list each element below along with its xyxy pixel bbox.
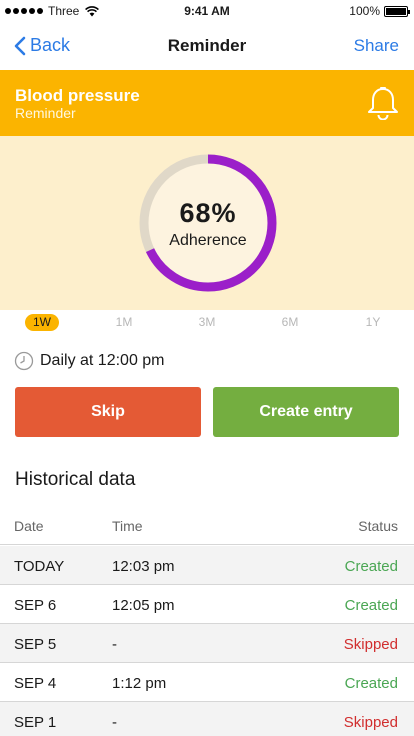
- column-header-time: Time: [112, 518, 143, 534]
- table-row[interactable]: TODAY 12:03 pm Created: [0, 546, 414, 585]
- row-time: -: [112, 636, 117, 653]
- row-date: TODAY: [14, 558, 65, 575]
- tab-1y[interactable]: 1Y: [356, 314, 390, 331]
- schedule-text: Daily at 12:00 pm: [40, 352, 165, 369]
- adherence-center: 68% Adherence: [139, 154, 277, 292]
- bell-icon[interactable]: [366, 84, 400, 120]
- share-button[interactable]: Share: [354, 36, 399, 56]
- create-entry-button[interactable]: Create entry: [213, 387, 399, 437]
- history-table: TODAY 12:03 pm Created SEP 6 12:05 pm Cr…: [0, 546, 414, 736]
- skip-button[interactable]: Skip: [15, 387, 201, 437]
- row-status: Skipped: [343, 636, 398, 653]
- row-time: 12:03 pm: [112, 558, 175, 575]
- back-label: Back: [30, 35, 71, 55]
- clock-icon: [14, 351, 34, 371]
- row-time: 12:05 pm: [112, 597, 175, 614]
- table-row[interactable]: SEP 6 12:05 pm Created: [0, 585, 414, 624]
- range-tabs: 1W 1M 3M 6M 1Y: [0, 312, 414, 334]
- tab-6m[interactable]: 6M: [273, 314, 307, 331]
- reminder-subtitle: Reminder: [15, 105, 76, 121]
- table-row[interactable]: SEP 1 - Skipped: [0, 702, 414, 736]
- battery-percent: 100%: [349, 4, 380, 18]
- row-date: SEP 1: [14, 714, 57, 731]
- table-header: Date Time Status: [0, 508, 414, 545]
- schedule-info: Daily at 12:00 pm: [14, 351, 165, 371]
- row-time: 1:12 pm: [112, 675, 167, 692]
- reminder-header: Blood pressure Reminder: [0, 70, 414, 136]
- row-status: Created: [344, 597, 398, 614]
- history-title: Historical data: [15, 469, 136, 490]
- status-right: 100%: [349, 4, 410, 18]
- back-button[interactable]: Back: [14, 35, 70, 56]
- row-date: SEP 4: [14, 675, 57, 692]
- table-row[interactable]: SEP 4 1:12 pm Created: [0, 663, 414, 702]
- column-header-date: Date: [14, 518, 44, 534]
- tab-1w[interactable]: 1W: [25, 314, 59, 331]
- tab-3m[interactable]: 3M: [190, 314, 224, 331]
- battery-icon: [384, 5, 410, 17]
- adherence-label: Adherence: [169, 232, 247, 249]
- reminder-title: Blood pressure: [15, 86, 140, 105]
- row-status: Created: [344, 558, 398, 575]
- adherence-panel: 68% Adherence: [0, 136, 414, 310]
- row-time: -: [112, 714, 117, 731]
- row-status: Created: [344, 675, 398, 692]
- tab-1m[interactable]: 1M: [107, 314, 141, 331]
- adherence-percent: 68%: [179, 198, 237, 228]
- table-row[interactable]: SEP 5 - Skipped: [0, 624, 414, 663]
- chevron-left-icon: [14, 36, 26, 55]
- row-status: Skipped: [343, 714, 398, 731]
- status-bar: Three 9:41 AM 100%: [0, 0, 414, 22]
- row-date: SEP 5: [14, 636, 57, 653]
- row-date: SEP 6: [14, 597, 57, 614]
- column-header-status: Status: [358, 518, 398, 534]
- navigation-bar: Back Reminder Share: [0, 22, 414, 70]
